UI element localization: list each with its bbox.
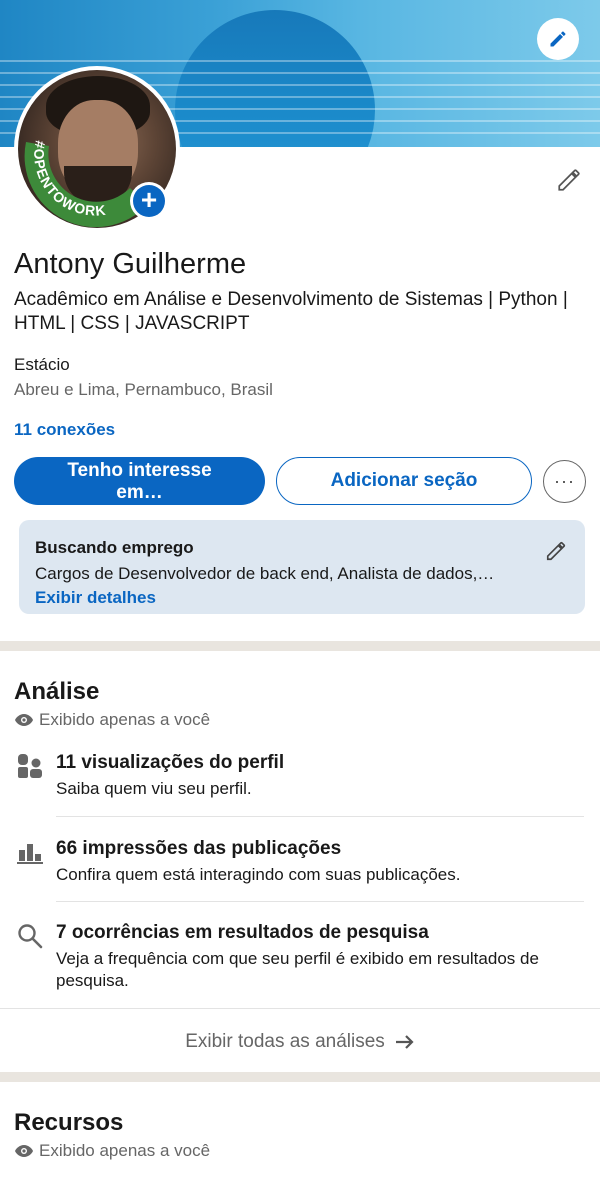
add-section-button-label: Adicionar seção (330, 470, 478, 491)
profile-location: Abreu e Lima, Pernambuco, Brasil (14, 380, 273, 399)
section-divider (0, 641, 600, 651)
pencil-icon (550, 31, 566, 47)
people-icon (18, 754, 42, 778)
analytics-item-description: Confira quem está interagindo com suas p… (56, 865, 461, 884)
resources-private-note: Exibido apenas a você (14, 1141, 210, 1161)
banner-sun-graphic (175, 10, 375, 147)
open-to-button[interactable]: Tenho interesse em… (14, 457, 265, 505)
section-divider (0, 1072, 600, 1082)
item-divider (56, 816, 584, 817)
private-note-text: Exibido apenas a você (39, 710, 211, 729)
analytics-item-search-appearances[interactable]: 7 ocorrências em resultados de pesquisa … (0, 922, 600, 994)
more-icon: ··· (554, 471, 575, 491)
plus-icon: + (133, 185, 165, 217)
resources-title: Recursos (14, 1109, 124, 1136)
connections-link[interactable]: 11 conexões (14, 420, 115, 440)
show-all-label: Exibir todas as análises (185, 1031, 385, 1052)
analytics-item-profile-views[interactable]: 11 visualizações do perfil Saiba quem vi… (0, 752, 600, 802)
open-to-work-badge-text: #OPENTOWORK (31, 139, 106, 218)
analytics-title: Análise (14, 678, 100, 705)
profile-name: Antony Guilherme (14, 248, 247, 280)
edit-banner-button[interactable] (537, 18, 579, 60)
open-to-work-title: Buscando emprego (35, 538, 194, 557)
add-photo-button[interactable]: + (130, 182, 168, 220)
open-to-work-card[interactable]: Buscando emprego Cargos de Desenvolvedor… (19, 520, 585, 614)
svg-text:#OPENTOWORK: #OPENTOWORK (31, 139, 107, 218)
profile-headline: Acadêmico em Análise e Desenvolvimento d… (14, 289, 568, 334)
open-to-work-description: Cargos de Desenvolvedor de back end, Ana… (35, 564, 495, 583)
eye-icon (15, 714, 33, 726)
bar-chart-icon (17, 844, 43, 864)
analytics-item-description: Veja a frequência com que seu perfil é e… (56, 949, 539, 990)
edit-intro-button[interactable] (552, 163, 586, 197)
analytics-private-note: Exibido apenas a você (14, 710, 210, 730)
analytics-item-description: Saiba quem viu seu perfil. (56, 779, 252, 798)
add-section-button[interactable]: Adicionar seção (276, 457, 532, 505)
analytics-item-post-impressions[interactable]: 66 impressões das publicações Confira qu… (0, 838, 600, 888)
private-note-text: Exibido apenas a você (39, 1141, 211, 1160)
more-options-button[interactable]: ··· (543, 460, 586, 503)
open-to-button-label: Tenho interesse em… (67, 460, 212, 503)
analytics-item-title: 11 visualizações do perfil (56, 752, 285, 773)
open-to-work-details-link[interactable]: Exibir detalhes (35, 588, 569, 608)
arrow-right-icon (395, 1035, 414, 1049)
analytics-item-title: 66 impressões das publicações (56, 838, 342, 859)
item-divider (56, 901, 584, 902)
search-icon (18, 924, 43, 949)
analytics-item-title: 7 ocorrências em resultados de pesquisa (56, 922, 429, 943)
item-divider (0, 1008, 600, 1009)
profile-company[interactable]: Estácio (14, 355, 70, 375)
eye-icon (15, 1145, 33, 1157)
show-all-analytics-button[interactable]: Exibir todas as análises (0, 1020, 600, 1064)
pencil-icon (558, 169, 580, 191)
pencil-icon[interactable] (545, 540, 567, 562)
